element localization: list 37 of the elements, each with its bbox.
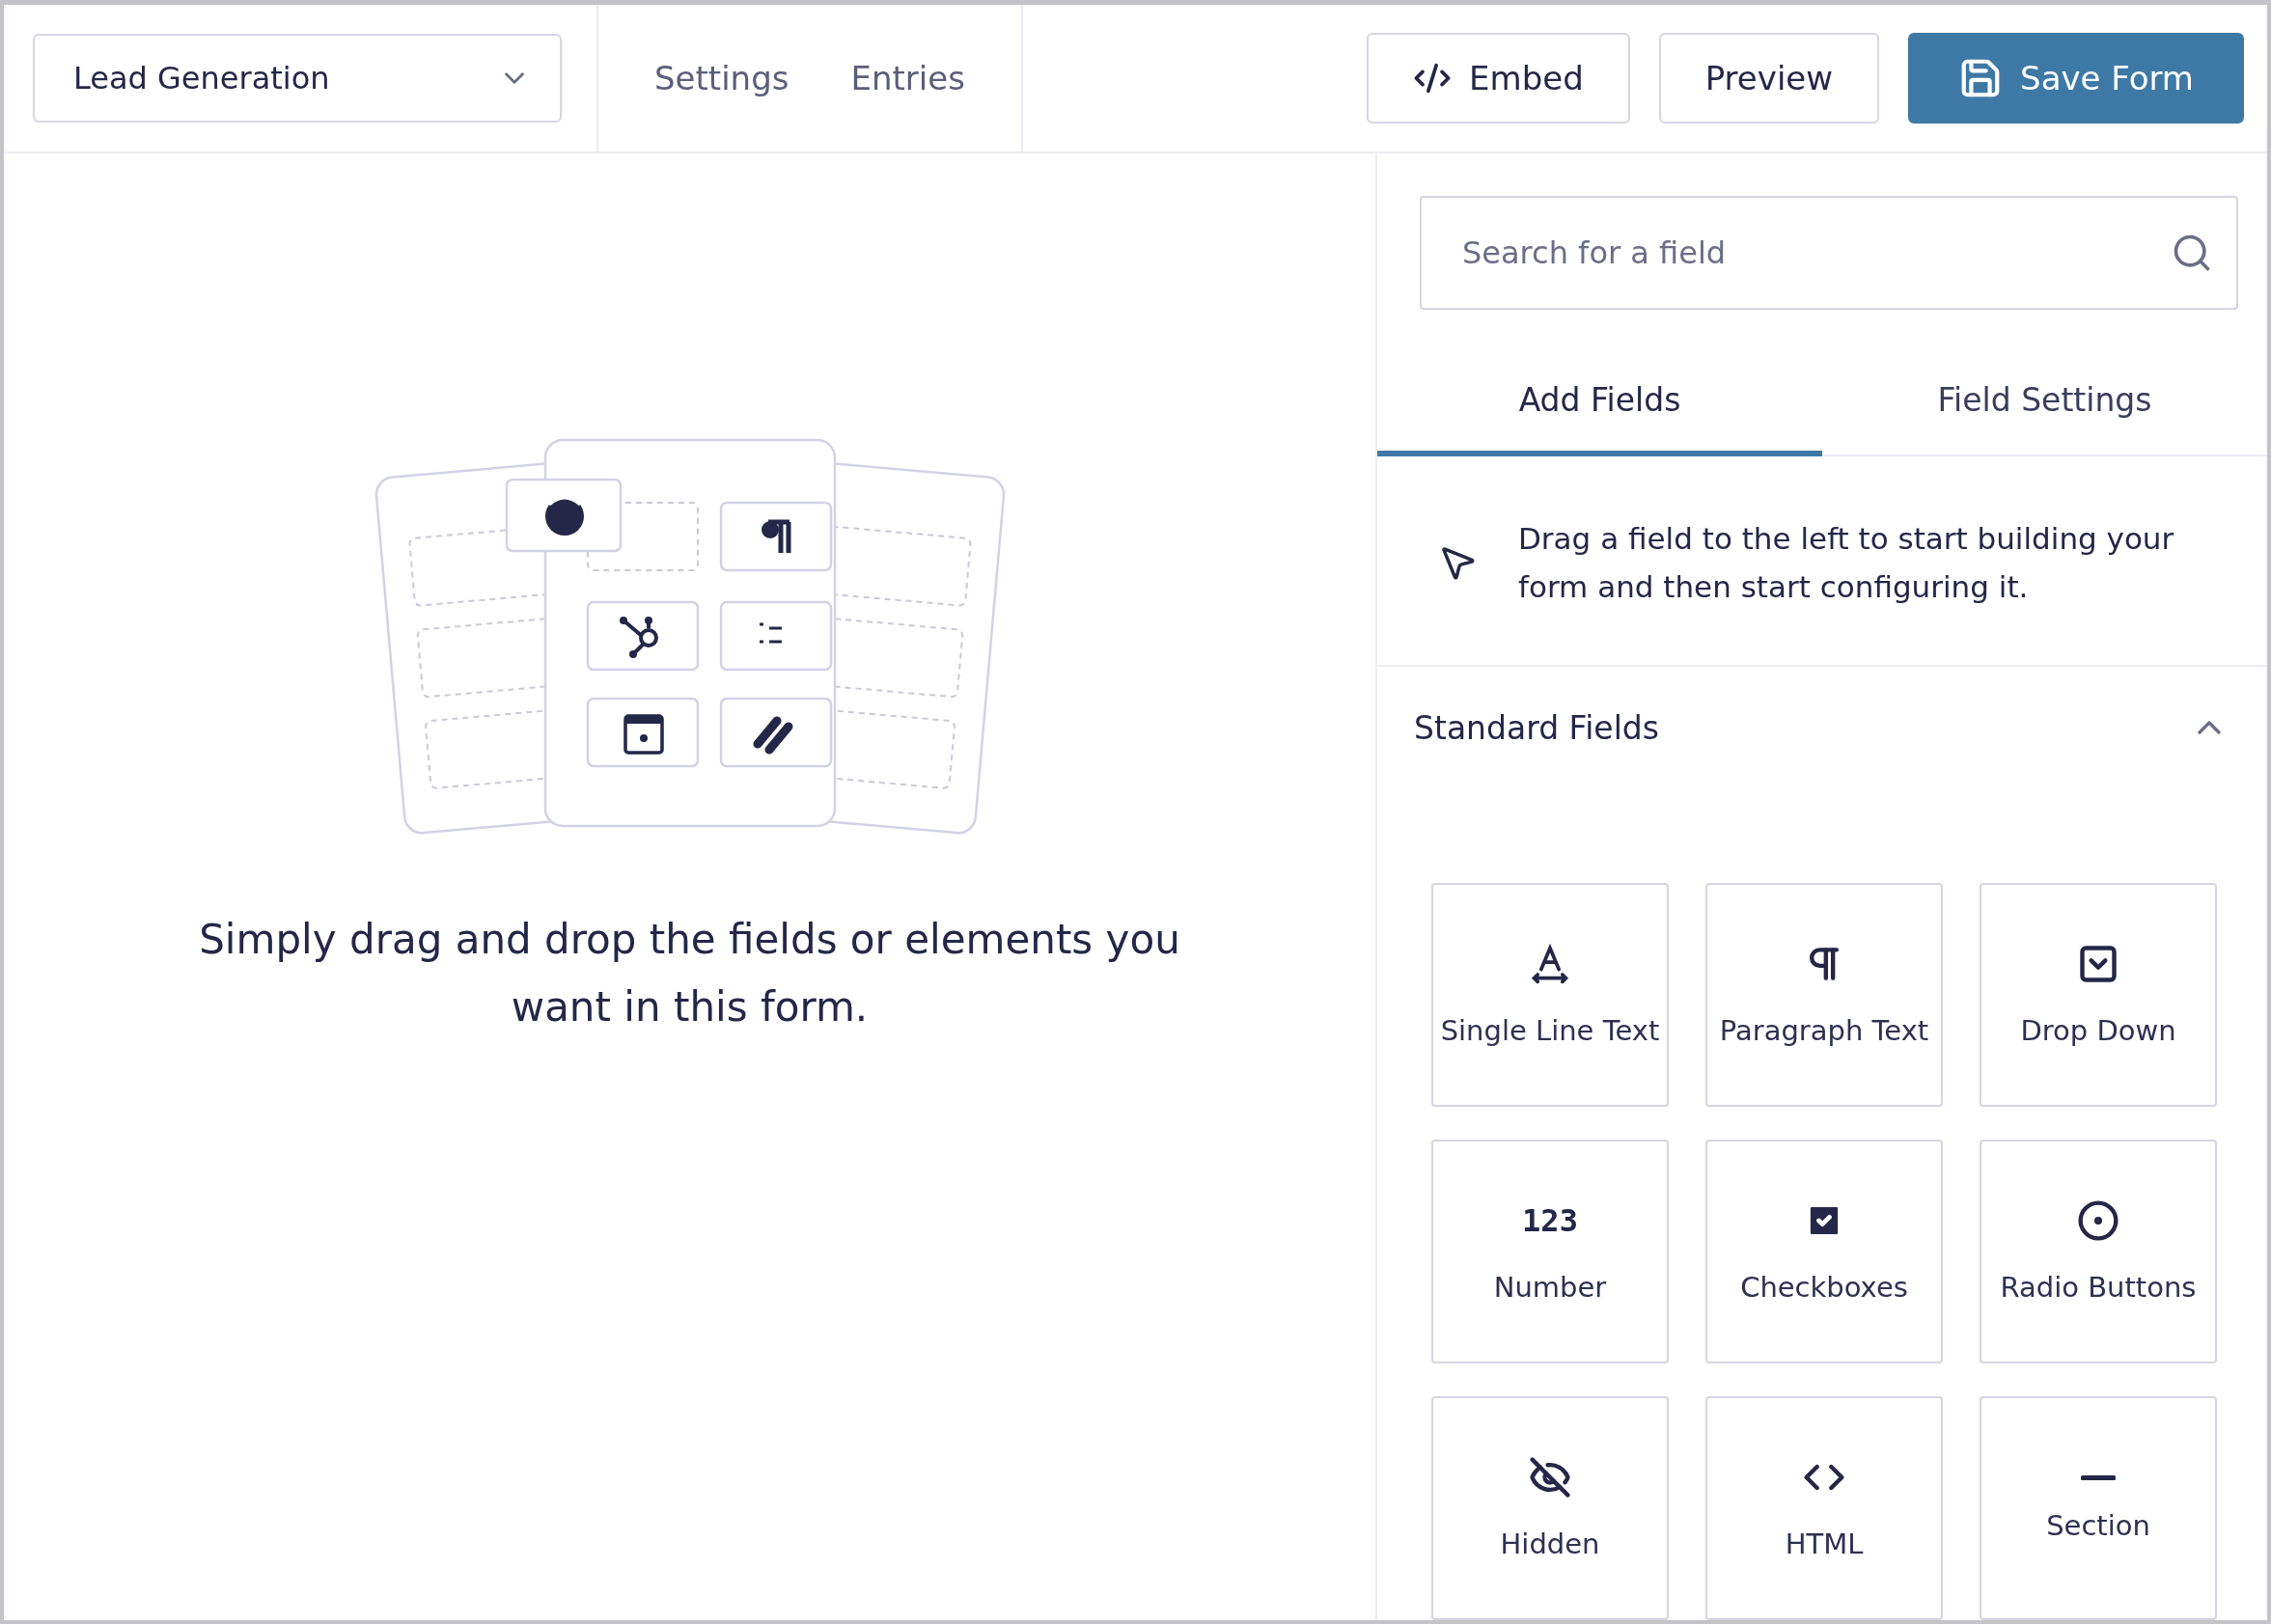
dash-icon <box>2081 1474 2116 1480</box>
number-icon: 123 <box>1522 1199 1578 1242</box>
form-select-value: Lead Generation <box>73 60 330 96</box>
field-label: Checkboxes <box>1740 1271 1908 1304</box>
preview-button[interactable]: Preview <box>1658 33 1880 124</box>
field-label: Paragraph Text <box>1719 1014 1929 1047</box>
field-label: Radio Buttons <box>2000 1271 2197 1304</box>
sidebar-tab[interactable]: Field Settings <box>1822 348 2267 456</box>
field-tile[interactable]: Single Line Text <box>1431 883 1669 1107</box>
empty-form-message: Simply drag and drop the fields or elements you want in this form. <box>198 915 1181 1032</box>
field-tile[interactable]: Paragraph Text <box>1705 883 1943 1107</box>
field-tile[interactable]: HTML <box>1705 1396 1943 1620</box>
nav-link[interactable]: Settings <box>654 59 789 97</box>
form-select[interactable]: Lead Generation <box>33 34 562 123</box>
save-form-button[interactable]: Save Form <box>1908 33 2244 124</box>
field-label: Hidden <box>1500 1528 1600 1560</box>
field-tile[interactable]: 123 Number <box>1431 1140 1669 1363</box>
field-label: Drop Down <box>2020 1014 2176 1047</box>
hint-text: Drag a field to the left to start building your form and then start configuring it. <box>1518 520 2175 606</box>
field-tile[interactable]: Hidden <box>1431 1396 1669 1620</box>
field-label: Single Line Text <box>1440 1014 1660 1047</box>
radio-icon <box>2077 1199 2119 1242</box>
field-tile[interactable]: Checkboxes <box>1705 1140 1943 1363</box>
section-title: Standard Fields <box>1414 708 1659 747</box>
field-tile[interactable]: Drop Down <box>1980 883 2217 1107</box>
embed-button[interactable]: Embed <box>1367 33 1630 124</box>
sidebar-tab[interactable]: Add Fields <box>1377 348 1822 456</box>
field-label: HTML <box>1785 1528 1864 1560</box>
eye-slash-icon <box>1529 1456 1571 1499</box>
field-tile[interactable]: Section <box>1980 1396 2217 1620</box>
nav-link[interactable]: Entries <box>850 59 965 97</box>
dropdown-icon <box>2077 943 2119 985</box>
text-field-icon <box>1529 943 1571 985</box>
field-tile[interactable]: Radio Buttons <box>1980 1140 2217 1363</box>
search-field[interactable]: Search for a field <box>1420 196 2238 310</box>
field-label: Section <box>2046 1508 2150 1542</box>
field-label: Number <box>1493 1271 1607 1304</box>
